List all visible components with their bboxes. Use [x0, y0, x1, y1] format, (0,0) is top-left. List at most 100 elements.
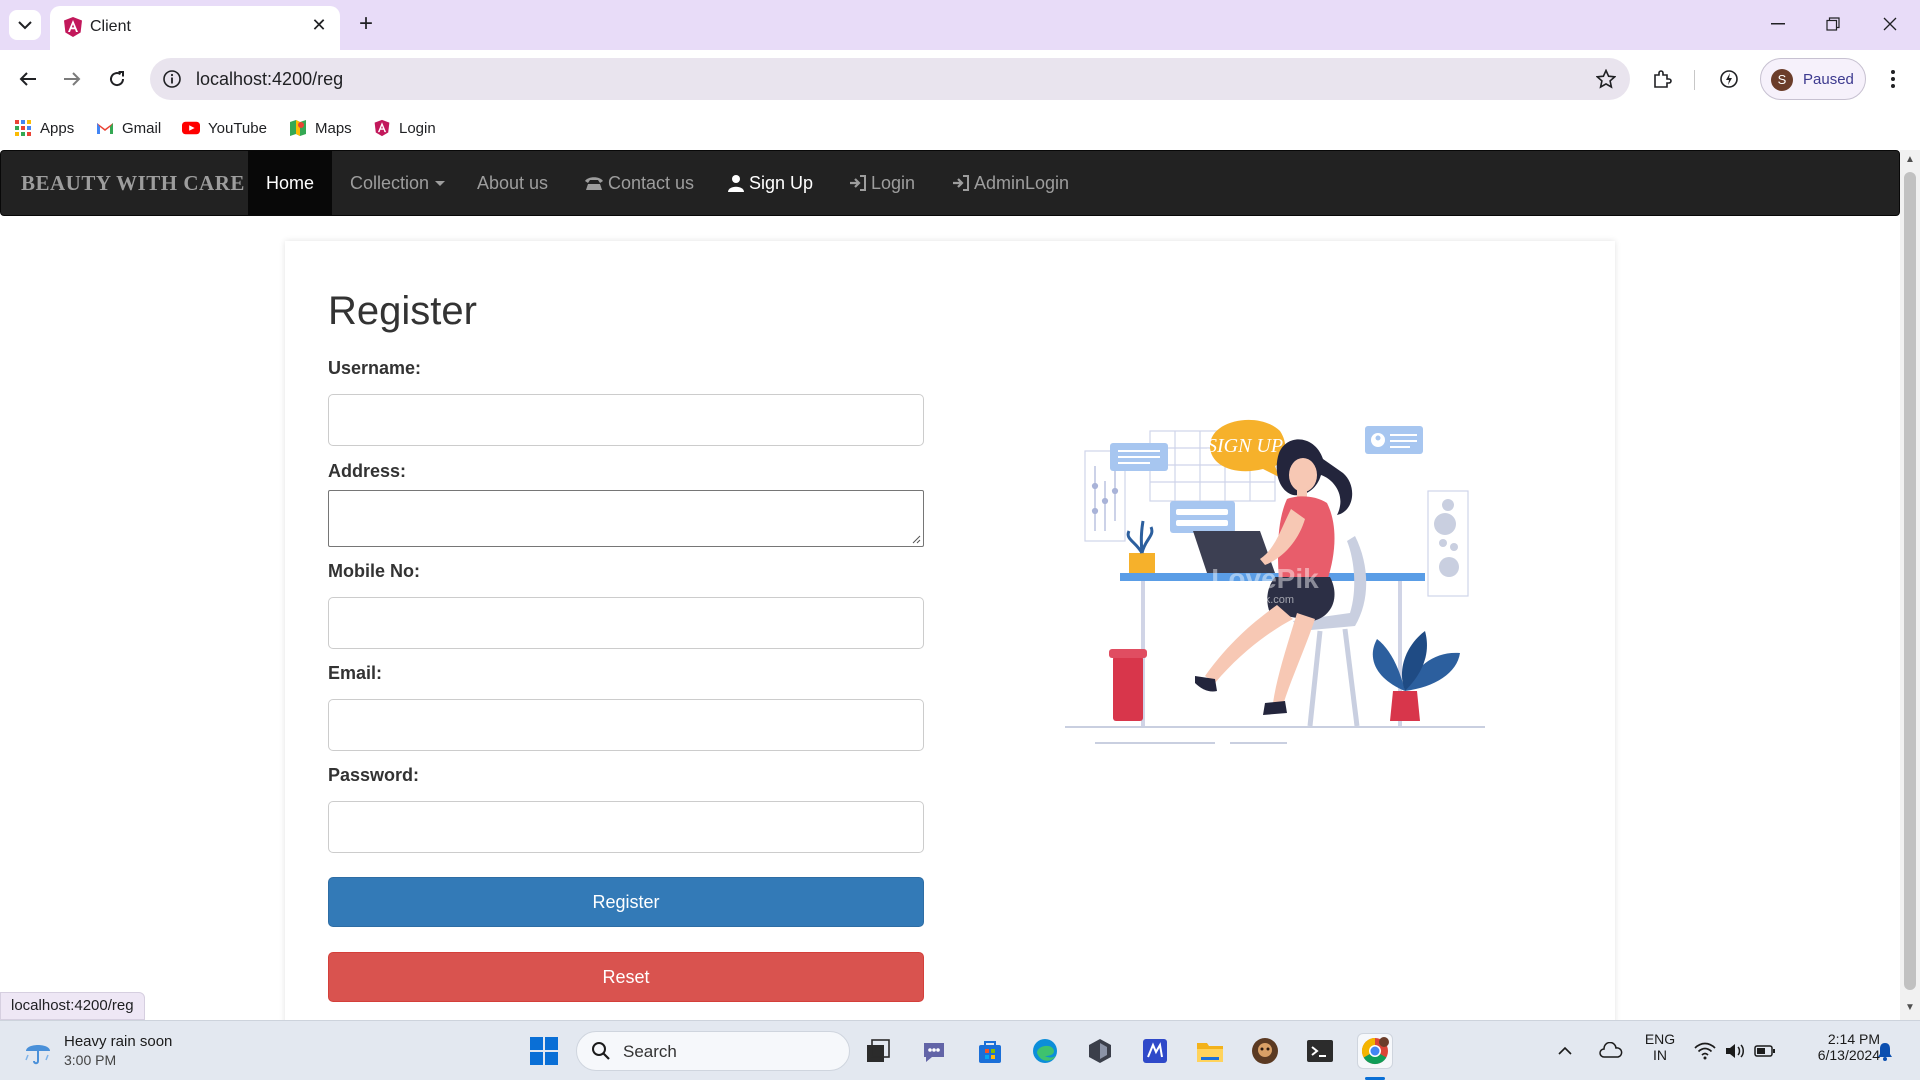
tab-strip: Client ✕ +: [0, 0, 1920, 50]
terminal-button[interactable]: [1302, 1033, 1338, 1069]
teams-chat-button[interactable]: [916, 1033, 952, 1069]
clock-time: 2:14 PM: [1827, 1031, 1880, 1047]
nav-label: Contact us: [608, 172, 695, 193]
microsoft-store-button[interactable]: [972, 1033, 1008, 1069]
language-line2: IN: [1653, 1047, 1667, 1063]
minimize-icon: [1771, 23, 1785, 25]
gauge-icon: [1720, 70, 1738, 88]
nav-about-us[interactable]: About us: [459, 151, 566, 215]
bell-icon: [1878, 1043, 1892, 1061]
gmail-icon: [96, 119, 114, 137]
nav-collection-dropdown[interactable]: Collection: [332, 151, 463, 215]
bookmark-label: Login: [399, 119, 436, 137]
language-indicator[interactable]: ENG IN: [1642, 1031, 1678, 1063]
email-input[interactable]: [328, 699, 924, 751]
signup-illustration: SIGN UP LovePik lovepik.com: [1065, 419, 1485, 744]
bookmark-login[interactable]: Login: [373, 116, 436, 140]
chrome-taskbar-button[interactable]: [1357, 1033, 1393, 1069]
resize-grip-icon[interactable]: [911, 534, 921, 544]
reload-button[interactable]: [101, 63, 133, 95]
vscode-insiders-button[interactable]: [1137, 1033, 1173, 1069]
password-label: Password:: [328, 765, 420, 785]
minimize-button[interactable]: [1758, 8, 1798, 40]
scroll-down-arrow-icon[interactable]: ▼: [1904, 1002, 1916, 1014]
tab-search-button[interactable]: [9, 10, 41, 40]
caret-down-icon: [435, 180, 446, 186]
browser-tab-active[interactable]: Client ✕: [50, 6, 340, 50]
reset-button[interactable]: Reset: [328, 952, 924, 1002]
bookmark-label: Apps: [40, 119, 75, 137]
weather-widget[interactable]: Heavy rain soon 3:00 PM: [20, 1031, 220, 1071]
bookmark-label: Maps: [315, 119, 352, 137]
status-bar-url: localhost:4200/reg: [0, 992, 145, 1020]
username-input[interactable]: [328, 394, 924, 446]
password-input[interactable]: [328, 801, 924, 853]
email-label: Email:: [328, 663, 383, 683]
battery-icon: [1754, 1045, 1775, 1057]
close-tab-icon[interactable]: ✕: [308, 14, 330, 36]
back-button[interactable]: [12, 63, 44, 95]
task-view-button[interactable]: [860, 1033, 896, 1069]
extensions-button[interactable]: [1646, 63, 1678, 95]
show-hidden-icons-button[interactable]: [1552, 1033, 1578, 1069]
nav-label: Home: [266, 172, 315, 193]
chevron-down-icon: [18, 21, 32, 30]
address-textarea[interactable]: [328, 490, 924, 547]
store-icon: [979, 1041, 1001, 1063]
restore-icon: [1826, 17, 1840, 31]
address-label: Address:: [328, 461, 407, 481]
wifi-icon: [1694, 1042, 1716, 1060]
app-avatar-button[interactable]: [1247, 1033, 1283, 1069]
performance-button[interactable]: [1713, 63, 1745, 95]
close-icon: [1883, 17, 1897, 31]
arrow-left-icon: [19, 72, 36, 86]
watermark-subtext: lovepik.com: [1236, 594, 1294, 606]
tab-title: Client: [90, 18, 131, 35]
nav-home[interactable]: Home: [248, 151, 333, 215]
clock[interactable]: 2:14 PM 6/13/2024: [1790, 1031, 1880, 1063]
address-bar[interactable]: localhost:4200/reg: [150, 58, 1630, 100]
watermark-text: LovePik: [1211, 563, 1319, 594]
wifi-status[interactable]: [1690, 1033, 1720, 1069]
mobile-input[interactable]: [328, 597, 924, 649]
page-title: Register: [328, 289, 477, 333]
battery-status[interactable]: [1750, 1033, 1780, 1069]
page-scrollbar[interactable]: ▲ ▼: [1900, 150, 1920, 1020]
nav-label: Collection: [350, 172, 430, 193]
new-tab-button[interactable]: +: [352, 11, 380, 39]
bookmark-youtube[interactable]: YouTube: [182, 116, 267, 140]
chrome-menu-button[interactable]: [1877, 63, 1909, 95]
url-text[interactable]: localhost:4200/reg: [196, 69, 343, 90]
arrow-right-icon: [64, 72, 81, 86]
nav-admin-login[interactable]: AdminLogin: [934, 151, 1087, 215]
register-card: Register Username: Address: Mobile No: E…: [285, 241, 1615, 1020]
start-button[interactable]: [526, 1033, 562, 1069]
edge-browser-icon: [1033, 1039, 1057, 1063]
os-taskbar: Heavy rain soon 3:00 PM Search ENG IN 2:…: [0, 1020, 1920, 1080]
volume-status[interactable]: [1720, 1033, 1750, 1069]
profile-button[interactable]: S Paused: [1760, 58, 1866, 100]
nav-sign-up[interactable]: Sign Up: [709, 151, 831, 215]
onedrive-button[interactable]: [1596, 1033, 1626, 1069]
weather-line2: 3:00 PM: [64, 1052, 117, 1068]
bookmark-gmail[interactable]: Gmail: [96, 116, 161, 140]
app-hex-button[interactable]: [1082, 1033, 1118, 1069]
close-window-button[interactable]: [1870, 8, 1910, 40]
log-in-icon: [953, 175, 969, 191]
forward-button[interactable]: [56, 63, 88, 95]
bookmark-star-icon[interactable]: [1594, 67, 1618, 91]
scrollbar-thumb[interactable]: [1904, 172, 1916, 990]
scroll-up-arrow-icon[interactable]: ▲: [1904, 154, 1916, 166]
restore-button[interactable]: [1813, 8, 1853, 40]
bookmark-apps[interactable]: Apps: [14, 116, 74, 140]
edge-button[interactable]: [1027, 1033, 1063, 1069]
taskbar-search[interactable]: Search: [576, 1031, 850, 1071]
site-info-icon[interactable]: [160, 67, 184, 91]
notifications-button[interactable]: [1870, 1033, 1900, 1069]
navbar-brand[interactable]: BEAUTY WITH CARE: [21, 171, 245, 196]
bookmark-maps[interactable]: Maps: [289, 116, 352, 140]
nav-login[interactable]: Login: [831, 151, 933, 215]
register-button[interactable]: Register: [328, 877, 924, 927]
nav-contact-us[interactable]: Contact us: [566, 151, 712, 215]
file-explorer-button[interactable]: [1192, 1033, 1228, 1069]
